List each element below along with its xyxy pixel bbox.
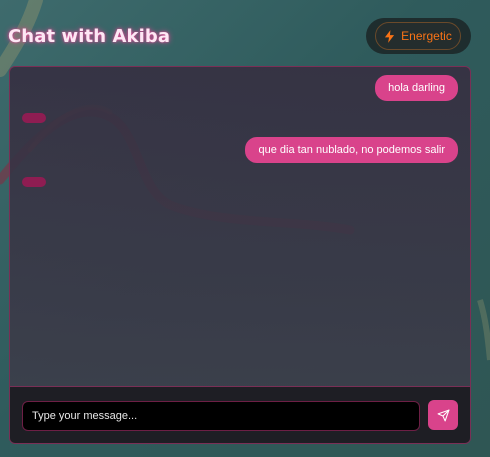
lightning-icon — [385, 29, 395, 43]
page-title: Chat with Akiba — [8, 26, 171, 47]
message-composer — [10, 386, 470, 443]
mood-selector: Energetic — [366, 18, 471, 54]
chat-panel: hola darling que dia tan nublado, no pod… — [9, 66, 471, 444]
send-button[interactable] — [428, 400, 458, 430]
message-list: hola darling que dia tan nublado, no pod… — [10, 67, 470, 389]
user-message: que dia tan nublado, no podemos salir — [245, 137, 458, 163]
send-icon — [437, 409, 449, 421]
mood-button[interactable]: Energetic — [375, 22, 461, 50]
message-input[interactable] — [22, 401, 420, 431]
mood-label: Energetic — [401, 29, 452, 43]
assistant-message — [22, 177, 46, 187]
user-message: hola darling — [375, 75, 458, 101]
assistant-message — [22, 113, 46, 123]
